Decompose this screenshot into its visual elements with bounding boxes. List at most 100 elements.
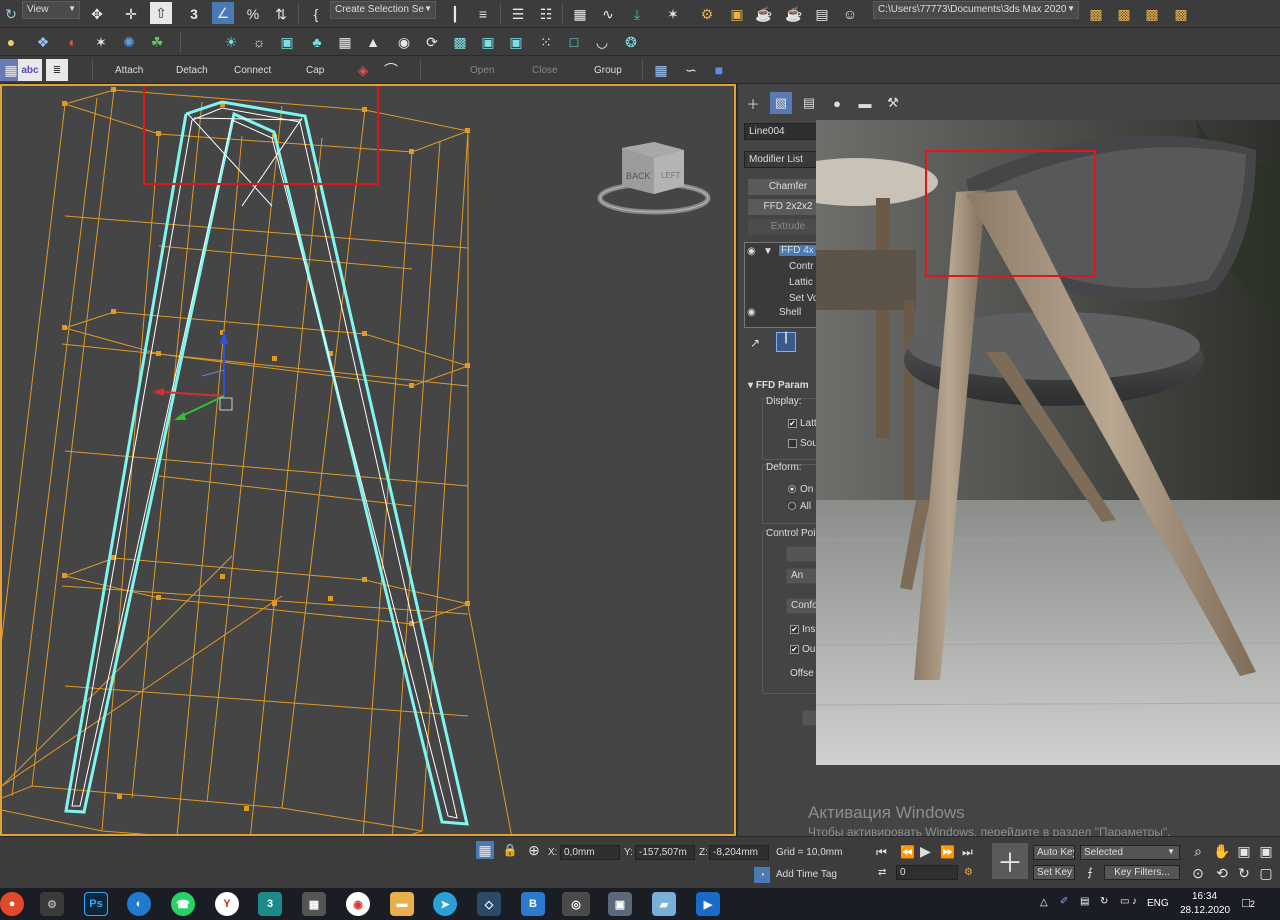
tray-app-icon[interactable]: ✐ [1060, 896, 1068, 907]
sketchup-icon[interactable]: ◇ [477, 892, 501, 916]
show-end-result-icon[interactable]: ┃ [776, 332, 796, 352]
lock-icon[interactable]: 🔒 [502, 841, 518, 859]
snapshot-icon[interactable]: ✶ [90, 31, 112, 53]
project-folder-dropdown[interactable]: C:\Users\77773\Documents\3ds Max 2020 ▼ [873, 1, 1079, 19]
cap-button[interactable]: Cap [306, 65, 324, 76]
set-key-big-icon[interactable]: ＋ [992, 843, 1028, 879]
language-indicator[interactable]: ENG [1147, 898, 1169, 909]
stack-item-control-points[interactable]: Contr [789, 261, 813, 272]
play-icon[interactable]: ▶ [920, 843, 931, 860]
source-volume-checkbox[interactable]: Sou [788, 438, 818, 449]
connect-button[interactable]: Connect [234, 65, 271, 76]
reference-coord-dropdown[interactable]: View ▼ [22, 1, 80, 19]
render-region-icon[interactable]: ▣ [505, 31, 527, 53]
project-settings-icon[interactable]: ▩ [1170, 3, 1192, 25]
scene-explorer-icon[interactable]: ☰ [507, 3, 529, 25]
lattice-checkbox[interactable]: ✔ Latt [788, 418, 817, 429]
utilities-tab-icon[interactable]: ⚒ [882, 92, 904, 114]
percent-snap-icon[interactable]: % [242, 3, 264, 25]
modify-tab-icon[interactable]: ▧ [770, 92, 792, 114]
object-name-field[interactable]: Line004 [744, 123, 824, 140]
mirror-icon[interactable]: ┃ [444, 3, 466, 25]
render-setup-icon[interactable]: ⚙ [696, 3, 718, 25]
schematic-view-icon[interactable]: ⤓ [626, 3, 648, 25]
selection-set-dropdown[interactable]: Selected ▼ [1080, 845, 1180, 860]
zoom-extents-all-icon[interactable]: ▣ [1256, 841, 1276, 861]
yandex-browser-icon[interactable]: Y [215, 892, 239, 916]
walkthrough-icon[interactable]: ↻ [1234, 863, 1254, 883]
sphere-icon[interactable]: ● [0, 31, 22, 53]
table-icon[interactable]: ▦ [334, 31, 356, 53]
display-tab-icon[interactable]: ▬ [854, 92, 876, 114]
project-open-icon[interactable]: ▩ [1113, 3, 1135, 25]
pan-hand-icon[interactable]: ✋ [1212, 841, 1232, 861]
modifier-list-dropdown[interactable]: Modifier List [744, 151, 824, 168]
box-icon[interactable]: ■ [708, 59, 730, 81]
set-key-button[interactable]: Set Key [1033, 865, 1075, 880]
ffd-parameters-rollout[interactable]: ▾ FFD Param [748, 380, 809, 391]
zoom-extents-icon[interactable]: ▣ [1234, 841, 1254, 861]
auto-key-button[interactable]: Auto Key [1033, 845, 1075, 860]
field-of-view-icon[interactable]: ⊙ [1188, 863, 1208, 883]
tray-expand-icon[interactable]: △ [1040, 897, 1048, 908]
selection-lock-icon[interactable]: ▦ [476, 841, 494, 859]
default-in-out-tangent-icon[interactable]: ⨍ [1080, 864, 1100, 881]
sphere-map-icon[interactable]: ◉ [393, 31, 415, 53]
photoshop-icon[interactable]: Ps [84, 892, 108, 916]
animate-all-button[interactable]: An [786, 568, 818, 584]
scatter-icon[interactable]: ✺ [118, 31, 140, 53]
bulb-icon[interactable]: ❂ [620, 31, 642, 53]
group-button[interactable]: Group [594, 65, 622, 76]
frame-icon[interactable]: □ [563, 31, 585, 53]
clock-date[interactable]: 28.12.2020 [1180, 905, 1230, 916]
named-selection-dropdown[interactable]: Create Selection Se ▼ [330, 1, 436, 19]
spinner-snap-icon[interactable]: ⇅ [270, 3, 292, 25]
perspective-viewport[interactable]: BACK LEFT [0, 84, 736, 836]
file-explorer-icon[interactable]: ▬ [390, 892, 414, 916]
chair-leg-spline[interactable] [64, 100, 469, 826]
media-player-icon[interactable]: ▶ [696, 892, 720, 916]
grid-array-icon[interactable]: ▦ [650, 59, 672, 81]
move-icon[interactable]: ✛ [120, 3, 142, 25]
z-coordinate-field[interactable]: -8,204mm [709, 845, 769, 860]
orbit-icon[interactable]: ⟲ [1212, 863, 1232, 883]
hierarchy-tab-icon[interactable]: ▤ [798, 92, 820, 114]
eye-icon[interactable]: ◉ [747, 307, 756, 318]
next-frame-icon[interactable]: ⏩ [940, 845, 955, 859]
create-tab-icon[interactable]: ＋ [742, 92, 764, 114]
whatsapp-icon[interactable]: ☎ [171, 892, 195, 916]
balls-icon[interactable]: ⁙ [535, 31, 557, 53]
text-list-icon[interactable]: ≣ [46, 59, 68, 81]
pivot-icon[interactable]: ✥ [86, 3, 108, 25]
calculator-icon[interactable]: ▦ [302, 892, 326, 916]
curve-editor-icon[interactable]: ∿ [597, 3, 619, 25]
render-online-icon[interactable]: ☺ [839, 3, 861, 25]
volume-icon[interactable]: ♪ [1132, 896, 1137, 907]
battery-icon[interactable]: ▭ [1120, 896, 1129, 907]
modifier-stack[interactable]: ◉ ▼ FFD 4x Contr Lattic Set Vo ◉ Shell [744, 242, 818, 328]
align-icon[interactable]: ≡ [472, 3, 494, 25]
text-tool-icon[interactable]: abc [18, 59, 42, 81]
camera-icon[interactable]: ▣ [276, 31, 298, 53]
expand-icon[interactable]: ▼ [763, 246, 773, 257]
time-tag-icon[interactable]: ◔ [754, 867, 770, 883]
y-coordinate-field[interactable]: -157,507m [635, 845, 695, 860]
bezier-icon[interactable]: ∽ [680, 59, 702, 81]
select-manipulate-icon[interactable]: ⇧ [150, 2, 172, 24]
stack-item-ffd[interactable]: FFD 4x [779, 245, 816, 256]
maximize-viewport-icon[interactable]: ▢ [1256, 863, 1276, 883]
frame-buffer-icon[interactable]: ▣ [477, 31, 499, 53]
add-time-tag-button[interactable]: Add Time Tag [776, 869, 837, 880]
detach-button[interactable]: Detach [176, 65, 208, 76]
reset-button[interactable] [786, 546, 818, 562]
3dsmax-app-icon[interactable]: 3 [258, 892, 282, 916]
sun-icon[interactable]: ☼ [248, 31, 270, 53]
render-production-icon[interactable]: ☕ [753, 3, 775, 25]
material-icon[interactable]: ▩ [449, 31, 471, 53]
all-vertices-radio[interactable]: All [788, 501, 811, 512]
time-config-icon[interactable]: ⚙ [964, 867, 973, 878]
chrome-icon[interactable]: ◉ [346, 892, 370, 916]
previous-frame-icon[interactable]: ⏪ [900, 845, 915, 859]
project-new-icon[interactable]: ▩ [1141, 3, 1163, 25]
tree-icon[interactable]: ♣ [306, 31, 328, 53]
